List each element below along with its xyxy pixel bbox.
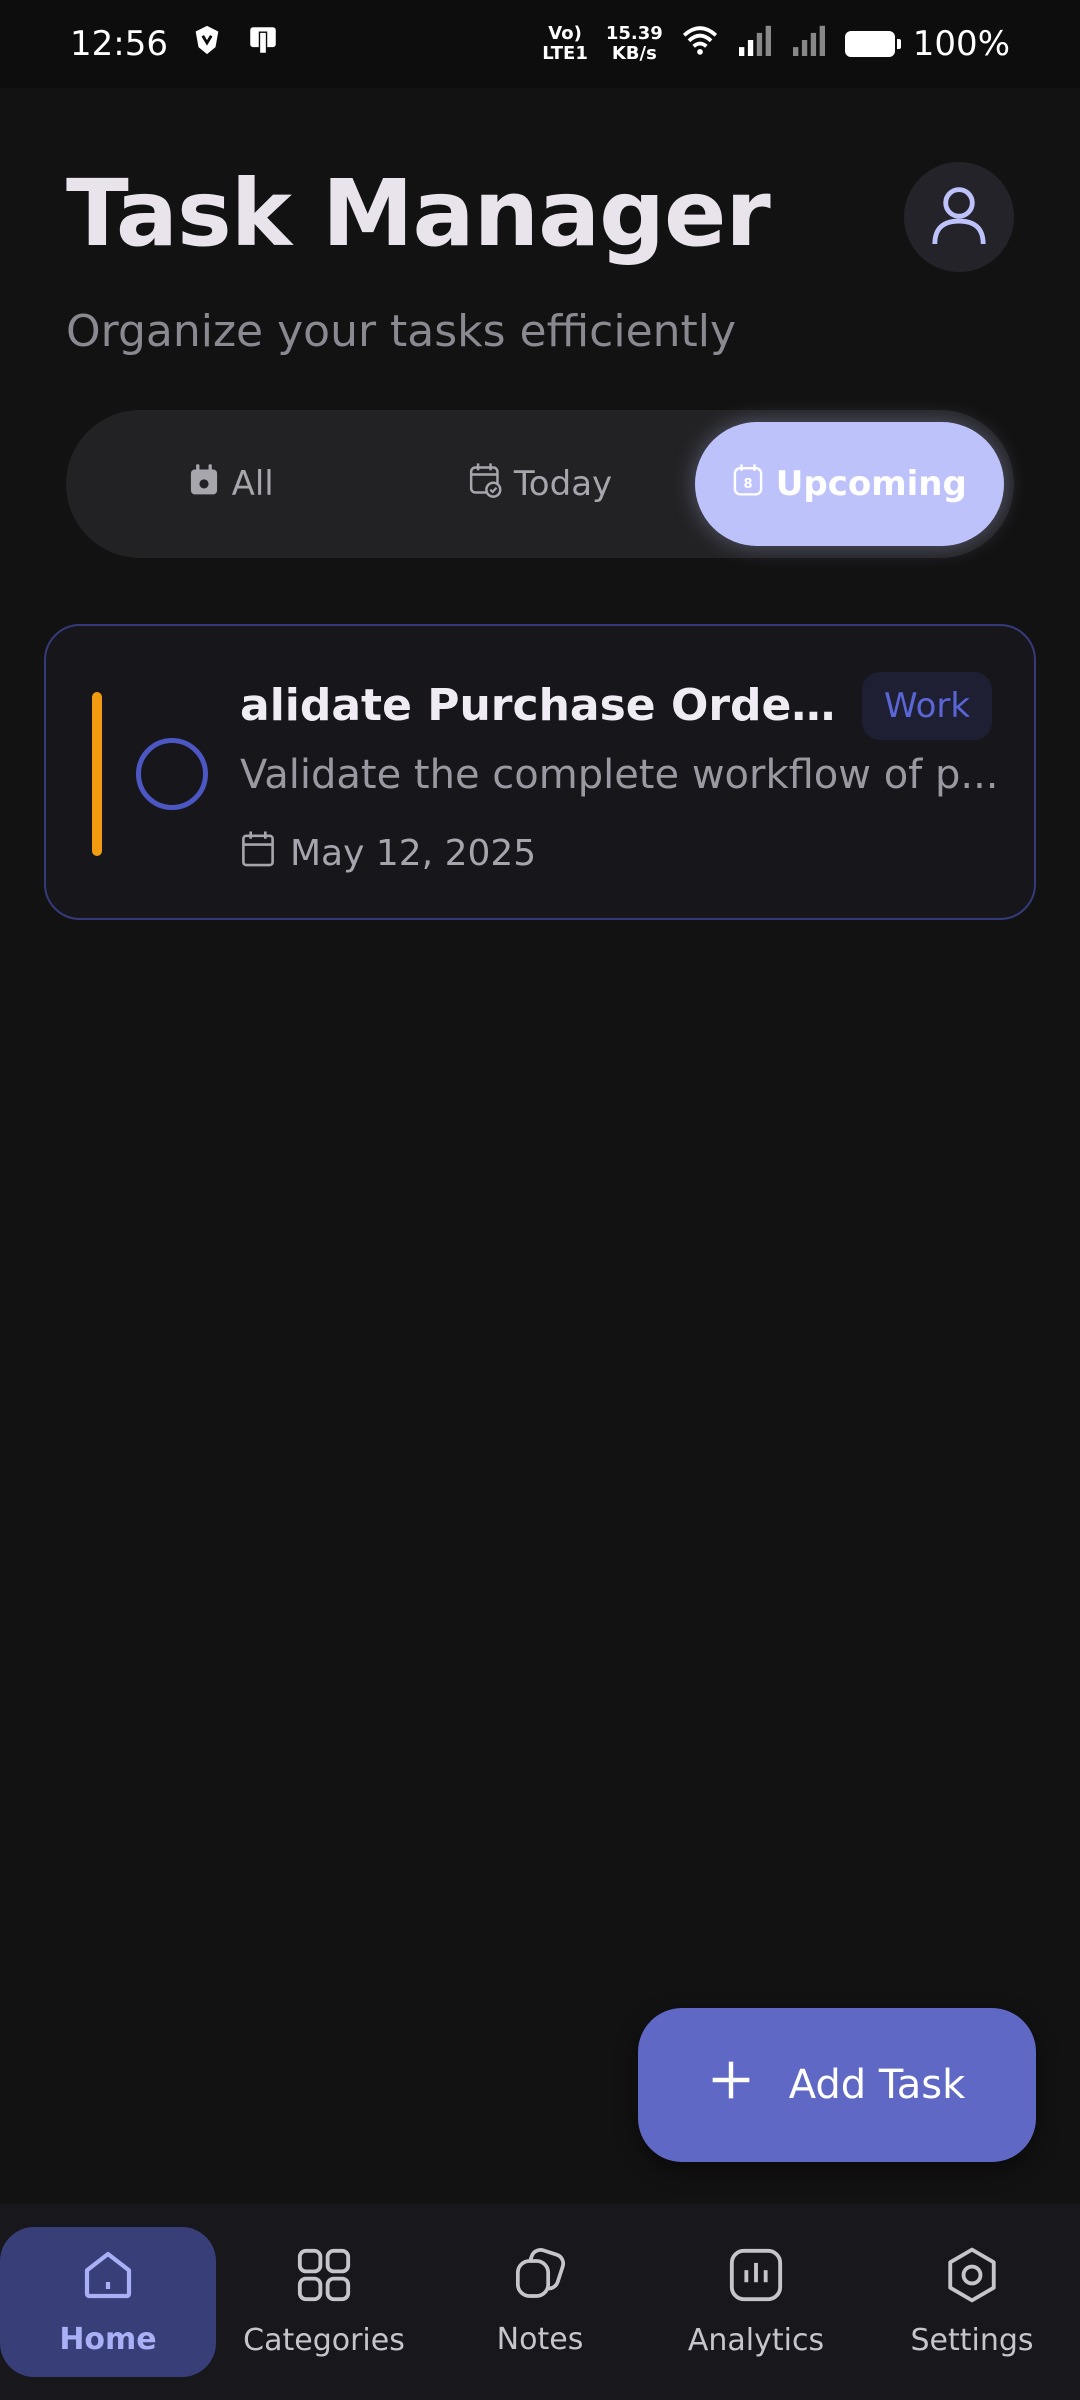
nav-home-label: Home xyxy=(59,2322,157,2357)
status-bar: 12:56 Vo) LTE1 15.39 KB/s 100% xyxy=(0,0,1080,88)
calendar-date-icon: 8 xyxy=(732,463,764,506)
nav-settings-label: Settings xyxy=(910,2323,1034,2358)
task-complete-checkbox[interactable] xyxy=(136,738,208,810)
task-date-text: May 12, 2025 xyxy=(290,833,537,874)
nav-settings[interactable]: Settings xyxy=(864,2204,1080,2400)
status-right: Vo) LTE1 15.39 KB/s 100% xyxy=(542,24,1010,65)
nav-notes[interactable]: Notes xyxy=(432,2204,648,2400)
add-task-label: Add Task xyxy=(788,2062,966,2108)
tab-all[interactable]: All xyxy=(76,422,385,546)
calendar-icon xyxy=(240,830,276,877)
screen: 12:56 Vo) LTE1 15.39 KB/s 100% Task Mana… xyxy=(0,0,1080,2400)
priority-indicator xyxy=(92,692,102,856)
status-time: 12:56 xyxy=(70,24,168,64)
battery-icon xyxy=(844,31,901,57)
grid-icon xyxy=(295,2246,353,2312)
tab-today-label: Today xyxy=(513,464,613,504)
volte-bottom: LTE1 xyxy=(542,43,588,64)
nav-analytics[interactable]: Analytics xyxy=(648,2204,864,2400)
battery-percent: 100% xyxy=(912,24,1010,64)
calendar-filled-icon xyxy=(188,463,220,506)
calendar-date-number: 8 xyxy=(743,476,752,491)
task-card[interactable]: alidate Purchase Order W... Work Validat… xyxy=(44,624,1036,920)
nav-categories-label: Categories xyxy=(243,2323,405,2358)
task-title: alidate Purchase Order W... xyxy=(240,680,850,731)
status-left: 12:56 xyxy=(70,23,280,66)
tab-upcoming[interactable]: 8 Upcoming xyxy=(694,422,1004,546)
analytics-icon xyxy=(727,2246,785,2312)
network-speed: 15.39 KB/s xyxy=(606,24,663,64)
volte-indicator: Vo) LTE1 xyxy=(542,24,588,64)
wifi-icon xyxy=(681,24,719,65)
task-date: May 12, 2025 xyxy=(240,830,536,877)
app-notification-icon xyxy=(246,23,280,66)
nav-analytics-label: Analytics xyxy=(687,2323,825,2358)
category-badge: Work xyxy=(862,672,993,740)
task-description: Validate the complete workflow of p... xyxy=(240,752,999,798)
nav-categories[interactable]: Categories xyxy=(216,2204,432,2400)
filter-tabs: All Today 8 Upcoming xyxy=(66,410,1014,558)
user-icon xyxy=(930,183,988,251)
home-icon xyxy=(79,2247,137,2311)
volte-top: Vo) xyxy=(548,23,582,44)
speed-value: 15.39 xyxy=(605,23,663,44)
nav-notes-label: Notes xyxy=(496,2322,584,2357)
calendar-check-icon xyxy=(468,462,502,507)
add-task-button[interactable]: Add Task xyxy=(638,2008,1036,2162)
bottom-nav: Home Categories Notes Analytics Settings xyxy=(0,2204,1080,2400)
page-subtitle: Organize your tasks efficiently xyxy=(66,306,737,357)
speed-unit: KB/s xyxy=(611,43,657,64)
nav-home[interactable]: Home xyxy=(0,2227,216,2377)
page-title: Task Manager xyxy=(66,160,771,267)
tab-all-label: All xyxy=(231,464,274,504)
tab-today[interactable]: Today xyxy=(385,422,694,546)
brave-icon xyxy=(190,23,224,66)
notes-icon xyxy=(511,2247,569,2311)
profile-button[interactable] xyxy=(904,162,1014,272)
tab-upcoming-label: Upcoming xyxy=(775,464,967,504)
plus-icon xyxy=(709,2058,753,2112)
signal-icon-1 xyxy=(737,24,773,65)
settings-icon xyxy=(943,2246,1001,2312)
signal-icon-2 xyxy=(791,24,827,65)
